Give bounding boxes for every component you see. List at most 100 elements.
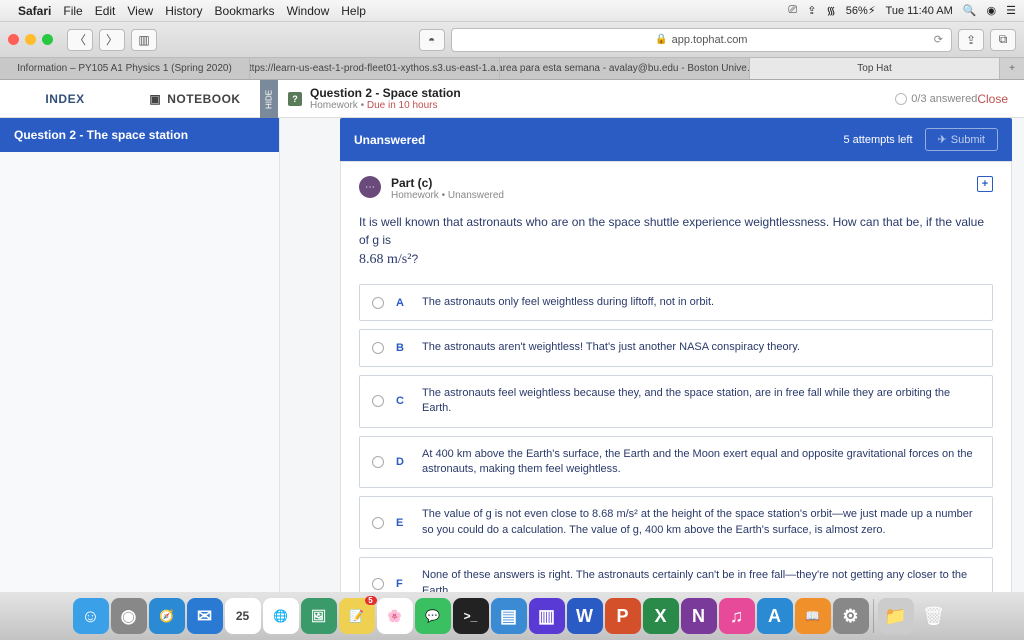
share-button[interactable]: ⇪ (958, 29, 984, 51)
privacy-button[interactable]: ◓ (419, 29, 445, 51)
menu-window[interactable]: Window (287, 4, 330, 18)
tabs-button[interactable]: ⧉ (990, 29, 1016, 51)
dock-app-settings[interactable]: ⚙ (833, 598, 869, 634)
hide-sidebar-button[interactable]: HIDE (260, 80, 278, 118)
browser-tab[interactable]: Information – PY105 A1 Physics 1 (Spring… (0, 58, 250, 79)
sidebar: Question 2 - The space station (0, 118, 280, 592)
sidebar-button[interactable]: ▥ (131, 29, 157, 51)
instructor-avatar: ⋯ (359, 176, 381, 198)
browser-tab-active[interactable]: Top Hat (750, 58, 1000, 79)
option-letter: C (396, 395, 410, 407)
dock-app-itunes[interactable]: ♫ (719, 598, 755, 634)
dock-app-app2[interactable]: ▥ (529, 598, 565, 634)
dock-app-notes[interactable]: 📝5 (339, 598, 375, 634)
option-text: At 400 km above the Earth's surface, the… (422, 447, 980, 478)
menu-file[interactable]: File (63, 4, 82, 18)
mac-menu-bar: Safari File Edit View History Bookmarks … (0, 0, 1024, 22)
option-letter: D (396, 456, 410, 468)
dock-app-finder[interactable]: ☺ (73, 598, 109, 634)
zoom-window-button[interactable] (42, 34, 53, 45)
dock-app-launchpad[interactable]: ◉ (111, 598, 147, 634)
tab-index[interactable]: INDEX (0, 80, 130, 118)
answer-option[interactable]: EThe value of g is not even close to 8.6… (359, 496, 993, 549)
menu-bookmarks[interactable]: Bookmarks (215, 4, 275, 18)
dock-app-books[interactable]: 📖 (795, 598, 831, 634)
menu-help[interactable]: Help (341, 4, 366, 18)
dock-app-terminal[interactable]: >_ (453, 598, 489, 634)
spotlight-icon[interactable]: 🔍 (963, 4, 977, 17)
radio-icon (372, 342, 384, 354)
option-letter: B (396, 342, 410, 354)
menu-edit[interactable]: Edit (95, 4, 116, 18)
window-controls (8, 34, 53, 45)
close-button[interactable]: Close (977, 92, 1008, 106)
answer-option[interactable]: B The astronauts aren't weightless! That'… (359, 329, 993, 366)
main-content: Unanswered 5 attempts left ✈ Submit ⋯ Pa… (280, 118, 1024, 592)
part-meta: Homework • Unanswered (391, 190, 504, 201)
question-status-bar-top: Unanswered 5 attempts left ✈ Submit (340, 118, 1012, 161)
question-title: Question 2 - Space station (310, 86, 461, 100)
dock-app-app1[interactable]: ▤ (491, 598, 527, 634)
sidebar-current-question[interactable]: Question 2 - The space station (0, 118, 279, 152)
dock-app-appstore[interactable]: A (757, 598, 793, 634)
dock-app-excel[interactable]: X (643, 598, 679, 634)
dock-app-onenote[interactable]: N (681, 598, 717, 634)
tab-notebook[interactable]: ▣ NOTEBOOK (130, 80, 260, 118)
menu-view[interactable]: View (127, 4, 153, 18)
radio-icon (372, 395, 384, 407)
dock-app-messages[interactable]: 💬 (415, 598, 451, 634)
lock-icon: 🔒 (655, 34, 667, 45)
question-card: ⋯ Part (c) Homework • Unanswered + It is… (340, 161, 1012, 592)
dock-trash[interactable]: 🗑 (916, 598, 952, 634)
radio-icon (372, 297, 384, 309)
option-text: The astronauts only feel weightless duri… (422, 295, 714, 310)
option-text: The astronauts aren't weightless! That's… (422, 340, 800, 355)
dock-app-chrome[interactable]: 🌐 (263, 598, 299, 634)
tophat-body: Question 2 - The space station Unanswere… (0, 118, 1024, 592)
option-letter: A (396, 297, 410, 309)
menu-icon[interactable]: ☰ (1006, 4, 1016, 17)
answer-option[interactable]: C The astronauts feel weightless because … (359, 375, 993, 428)
siri-icon[interactable]: ◉ (987, 4, 997, 17)
expand-button[interactable]: + (977, 176, 993, 192)
dock-app-photos[interactable]: 🌸 (377, 598, 413, 634)
back-button[interactable]: 〈 (67, 29, 93, 51)
dock-app-word[interactable]: W (567, 598, 603, 634)
screen-mirror-icon[interactable]: ⎚ (788, 4, 797, 17)
browser-tab[interactable]: Tarea para esta semana - avalay@bu.edu -… (500, 58, 750, 79)
question-meta: Homework • Due in 10 hours (310, 100, 461, 111)
close-window-button[interactable] (8, 34, 19, 45)
battery-status[interactable]: 56% ⚡︎ (846, 4, 876, 17)
airplay-icon[interactable]: ⇪ (807, 4, 816, 17)
address-bar[interactable]: 🔒 app.tophat.com ⟳ (451, 28, 952, 52)
radio-icon (372, 517, 384, 529)
forward-button[interactable]: 〉 (99, 29, 125, 51)
url-text: app.tophat.com (672, 34, 748, 46)
status-label: Unanswered (354, 133, 425, 147)
dock-app-powerpoint[interactable]: P (605, 598, 641, 634)
dock-app-mail[interactable]: ✉ (187, 598, 223, 634)
reload-icon[interactable]: ⟳ (934, 33, 943, 46)
radio-icon (372, 456, 384, 468)
answer-option[interactable]: D At 400 km above the Earth's surface, th… (359, 436, 993, 489)
option-text: The astronauts feel weightless because t… (422, 386, 980, 417)
wifi-icon[interactable]: ᯾ (826, 3, 835, 18)
dock-app-safari[interactable]: 🧭 (149, 598, 185, 634)
answer-options: A The astronauts only feel weightless dur… (359, 284, 993, 592)
app-name[interactable]: Safari (18, 4, 51, 18)
radio-icon (372, 578, 384, 590)
minimize-window-button[interactable] (25, 34, 36, 45)
safari-tab-bar: Information – PY105 A1 Physics 1 (Spring… (0, 58, 1024, 80)
dock-app-preview[interactable]: 🖼 (301, 598, 337, 634)
dock-folder[interactable]: 📁 (878, 598, 914, 634)
menu-history[interactable]: History (165, 4, 202, 18)
new-tab-button[interactable]: + (1000, 58, 1024, 79)
browser-tab[interactable]: https://learn-us-east-1-prod-fleet01-xyt… (250, 58, 500, 79)
dock-app-calendar[interactable]: 25 (225, 598, 261, 634)
answer-option[interactable]: A The astronauts only feel weightless dur… (359, 284, 993, 321)
question-type-icon: ? (288, 92, 302, 106)
safari-toolbar: 〈 〉 ▥ ◓ 🔒 app.tophat.com ⟳ ⇪ ⧉ (0, 22, 1024, 58)
submit-button[interactable]: ✈ Submit (925, 128, 998, 151)
clock[interactable]: Tue 11:40 AM (886, 5, 953, 17)
answer-option[interactable]: FNone of these answers is right. The ast… (359, 557, 993, 592)
